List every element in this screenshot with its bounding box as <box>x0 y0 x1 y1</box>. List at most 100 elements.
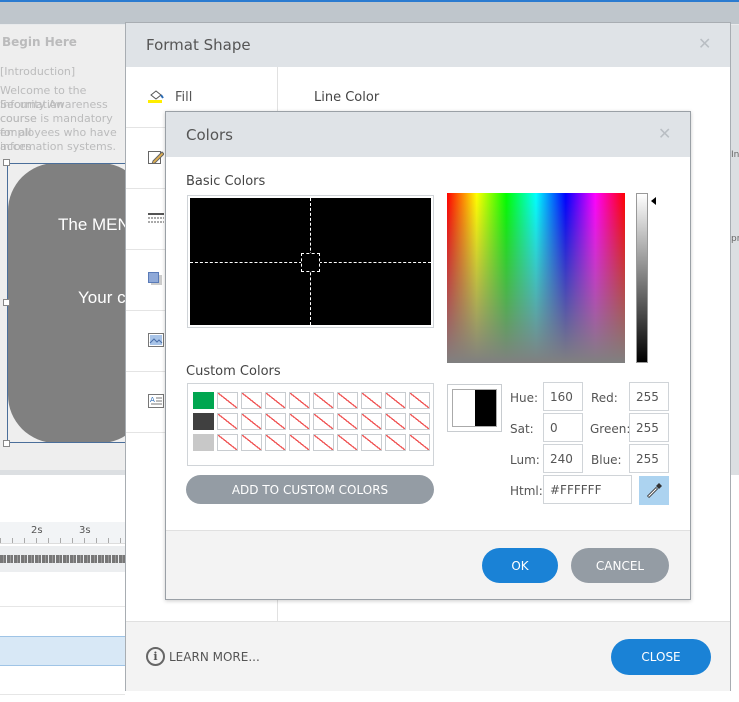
blue-label: Blue: <box>591 453 622 467</box>
paint-bucket-icon <box>148 90 164 103</box>
text-box-icon: A <box>148 394 164 408</box>
new-color-swatch <box>453 390 475 426</box>
shape-text-2: Your c <box>78 288 126 307</box>
empty-color-slot[interactable] <box>337 413 358 430</box>
empty-color-slot[interactable] <box>265 434 286 451</box>
close-button[interactable]: CLOSE <box>611 639 711 675</box>
empty-color-slot[interactable] <box>337 392 358 409</box>
colors-dialog: Colors ✕ Basic Colors Custom Colors ADD … <box>165 111 691 600</box>
empty-color-slot[interactable] <box>385 413 406 430</box>
empty-color-slot[interactable] <box>409 434 430 451</box>
lum-input[interactable]: 240 <box>543 444 583 473</box>
right-fragment-1: Inf <box>731 150 739 160</box>
ruler-label: 2s <box>31 525 43 536</box>
green-label: Green: <box>590 422 631 436</box>
sidebar-item-label: Fill <box>175 90 193 105</box>
right-fragment-2: pr <box>731 234 739 244</box>
timeline-row-selected[interactable] <box>0 636 125 666</box>
empty-color-slot[interactable] <box>217 413 238 430</box>
info-icon: i <box>146 647 165 666</box>
section-title: Line Color <box>314 90 380 105</box>
selection-marker <box>301 253 320 272</box>
shape-text-1: The MEN <box>58 215 130 234</box>
luminance-pointer[interactable] <box>651 197 656 205</box>
red-input[interactable]: 255 <box>629 382 669 411</box>
line-style-icon <box>148 213 164 223</box>
basic-colors-label: Basic Colors <box>186 174 266 189</box>
add-to-custom-colors-button[interactable]: ADD TO CUSTOM COLORS <box>186 475 434 504</box>
green-input[interactable]: 255 <box>629 413 669 442</box>
resize-handle[interactable] <box>3 299 10 306</box>
learn-more-link[interactable]: i LEARN MORE... <box>146 647 260 666</box>
close-icon[interactable]: ✕ <box>698 34 711 53</box>
empty-color-slot[interactable] <box>313 392 334 409</box>
empty-color-slot[interactable] <box>289 413 310 430</box>
empty-color-slot[interactable] <box>361 434 382 451</box>
eyedropper-button[interactable] <box>639 476 669 505</box>
empty-color-slot[interactable] <box>289 434 310 451</box>
toolbar <box>0 2 739 24</box>
learn-more-label: LEARN MORE... <box>169 649 260 664</box>
empty-color-slot[interactable] <box>241 413 262 430</box>
pencil-icon <box>148 151 164 164</box>
empty-color-slot[interactable] <box>385 392 406 409</box>
dialog-footer: i LEARN MORE... CLOSE <box>126 621 730 691</box>
ruler-label: 3s <box>79 525 91 536</box>
empty-color-slot[interactable] <box>265 392 286 409</box>
custom-colors-label: Custom Colors <box>186 364 281 379</box>
empty-color-slot[interactable] <box>217 434 238 451</box>
hue-input[interactable]: 160 <box>543 382 583 411</box>
color-preview <box>447 384 502 432</box>
divider <box>0 694 125 695</box>
dialog-header: Format Shape ✕ <box>126 23 730 67</box>
custom-color-swatch[interactable] <box>193 413 214 430</box>
blue-input[interactable]: 255 <box>629 444 669 473</box>
empty-color-slot[interactable] <box>265 413 286 430</box>
custom-colors-grid <box>187 383 434 466</box>
empty-color-slot[interactable] <box>217 392 238 409</box>
empty-color-slot[interactable] <box>241 434 262 451</box>
empty-color-slot[interactable] <box>337 434 358 451</box>
slide-title: Begin Here <box>2 35 77 49</box>
custom-color-swatch[interactable] <box>193 392 214 409</box>
empty-color-slot[interactable] <box>313 434 334 451</box>
basic-colors-picker[interactable] <box>187 195 434 328</box>
resize-handle[interactable] <box>3 159 10 166</box>
resize-handle[interactable] <box>3 440 10 447</box>
lum-label: Lum: <box>510 453 540 467</box>
empty-color-slot[interactable] <box>361 413 382 430</box>
sat-label: Sat: <box>510 422 534 436</box>
html-input[interactable]: #FFFFFF <box>543 475 632 504</box>
cancel-button[interactable]: CANCEL <box>571 548 669 583</box>
custom-color-swatch[interactable] <box>193 434 214 451</box>
empty-color-slot[interactable] <box>361 392 382 409</box>
color-spectrum[interactable] <box>447 193 625 363</box>
hue-label: Hue: <box>510 391 539 405</box>
red-label: Red: <box>591 391 618 405</box>
ok-button[interactable]: OK <box>482 548 558 583</box>
empty-color-slot[interactable] <box>241 392 262 409</box>
timeline-ruler[interactable]: 2s 3s <box>0 522 125 544</box>
empty-color-slot[interactable] <box>409 413 430 430</box>
picture-icon <box>148 333 164 347</box>
svg-text:A: A <box>150 396 155 404</box>
dialog-footer: OK CANCEL <box>166 530 690 599</box>
empty-color-slot[interactable] <box>289 392 310 409</box>
slide-text-5: information systems. <box>0 140 116 153</box>
audio-waveform[interactable] <box>0 546 125 572</box>
luminance-slider[interactable] <box>636 193 648 363</box>
slide-text-0: [Introduction] <box>0 65 76 78</box>
empty-color-slot[interactable] <box>385 434 406 451</box>
empty-color-slot[interactable] <box>313 413 334 430</box>
old-color-swatch <box>474 390 496 426</box>
html-label: Html: <box>510 484 543 498</box>
eyedropper-icon <box>646 483 662 499</box>
dialog-title: Colors <box>186 126 233 144</box>
sat-input[interactable]: 0 <box>543 413 583 442</box>
shadow-icon <box>148 272 162 285</box>
empty-color-slot[interactable] <box>409 392 430 409</box>
divider <box>0 606 125 607</box>
dialog-header: Colors ✕ <box>166 112 690 157</box>
close-icon[interactable]: ✕ <box>658 124 671 143</box>
dialog-title: Format Shape <box>146 36 251 54</box>
